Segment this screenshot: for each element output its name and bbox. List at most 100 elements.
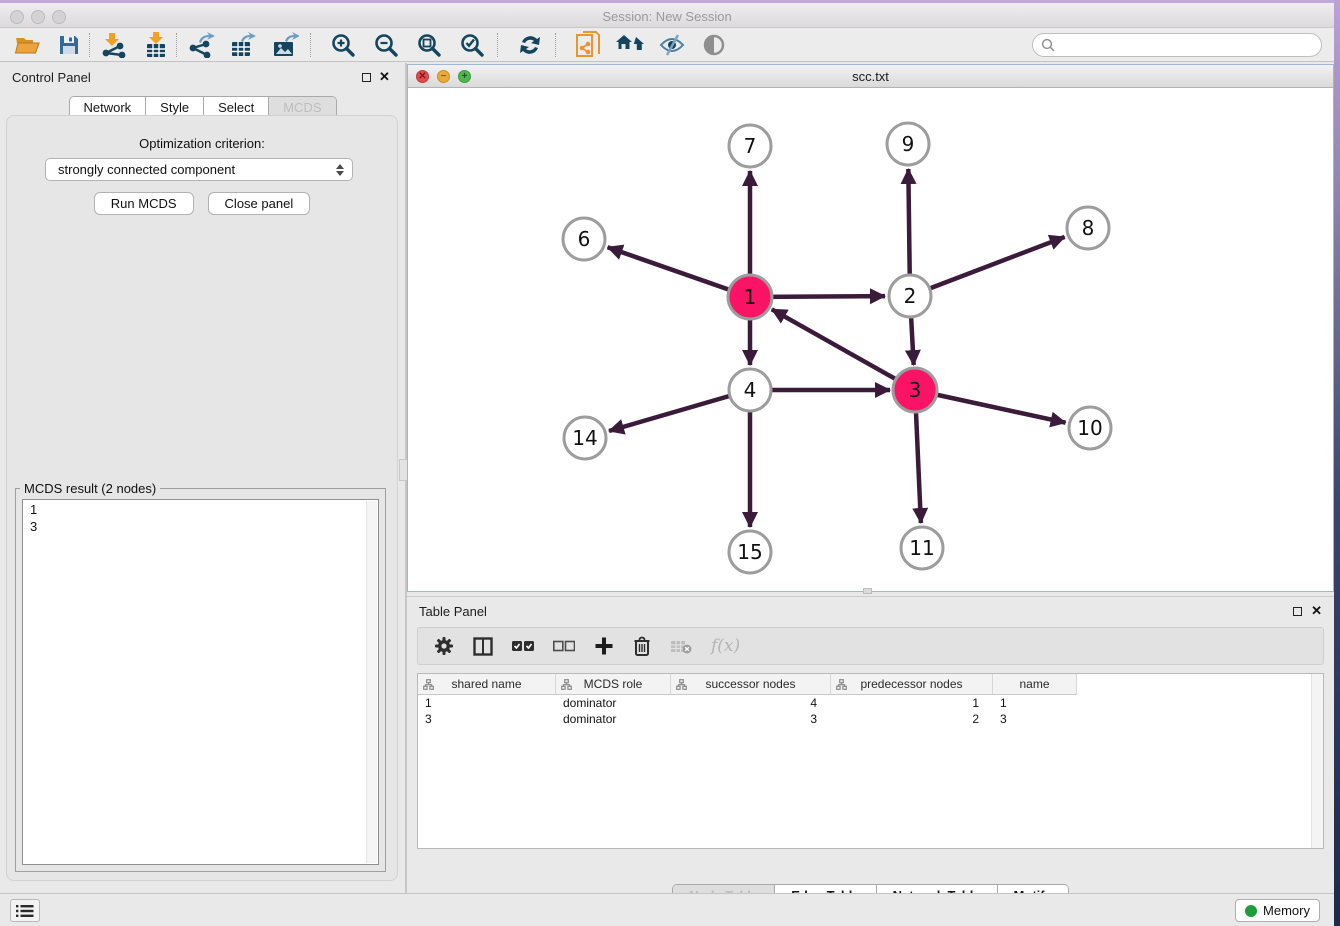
node-label: 1 — [744, 285, 757, 309]
edge-3-1[interactable] — [772, 309, 915, 390]
table-cell: dominator — [556, 711, 671, 727]
close-panel-button[interactable]: Close panel — [208, 192, 311, 215]
task-history-button[interactable] — [10, 899, 40, 922]
control-panel: Control Panel ✕ NetworkStyleSelectMCDS O… — [0, 63, 405, 893]
graph-node-14[interactable]: 14 — [564, 417, 606, 459]
edge-2-8[interactable] — [910, 237, 1065, 296]
table-toolbar: f(x) — [417, 627, 1324, 665]
graph-node-9[interactable]: 9 — [887, 123, 929, 165]
node-label: 14 — [572, 426, 597, 450]
network-canvas[interactable]: 7 9 6 8 1 2 4 3 14 10 15 11 — [408, 88, 1333, 591]
memory-button[interactable]: Memory — [1235, 899, 1320, 922]
toolbar-separator — [310, 33, 311, 57]
mcds-result-group: MCDS result (2 nodes) 1 3 — [15, 488, 386, 872]
node-label: 8 — [1082, 216, 1095, 240]
graph-node-1[interactable]: 1 — [728, 275, 772, 319]
column-header-predecessor-nodes[interactable]: predecessor nodes — [831, 674, 993, 695]
zoom-out-icon[interactable] — [369, 30, 403, 60]
column-header-successor-nodes[interactable]: successor nodes — [671, 674, 831, 695]
optimization-criterion-dropdown[interactable]: strongly connected component — [45, 158, 353, 181]
refresh-icon[interactable] — [513, 30, 547, 60]
mcds-result-title: MCDS result (2 nodes) — [20, 481, 160, 496]
search-icon — [1041, 38, 1055, 52]
import-table-icon[interactable] — [139, 30, 173, 60]
graph-node-6[interactable]: 6 — [563, 218, 605, 260]
graph-node-2[interactable]: 2 — [889, 275, 931, 317]
close-table-panel-icon[interactable]: ✕ — [1311, 603, 1322, 619]
add-column-icon[interactable] — [594, 634, 614, 658]
export-image-icon[interactable] — [268, 30, 302, 60]
table-cell: 1 — [831, 695, 993, 711]
show-all-houses-icon[interactable] — [613, 30, 647, 60]
show-selected-eye-icon[interactable] — [697, 30, 731, 60]
float-panel-icon[interactable] — [362, 73, 371, 82]
table-panel-title: Table Panel — [419, 604, 487, 619]
graph-node-7[interactable]: 7 — [729, 125, 771, 167]
save-session-icon[interactable] — [52, 30, 86, 60]
table-scrollbar[interactable] — [1311, 674, 1323, 848]
network-title: scc.txt — [408, 69, 1333, 84]
column-header-shared-name[interactable]: shared name — [418, 674, 556, 695]
graph-node-4[interactable]: 4 — [729, 369, 771, 411]
search-box[interactable] — [1032, 33, 1322, 57]
open-session-icon[interactable] — [10, 30, 44, 60]
network-resize-grip[interactable] — [863, 588, 872, 594]
toolbar-separator — [497, 33, 498, 57]
zoom-in-icon[interactable] — [326, 30, 360, 60]
table-row[interactable]: 3dominator323 — [418, 711, 1323, 727]
column-header-name[interactable]: name — [993, 674, 1077, 695]
search-input[interactable] — [1060, 38, 1321, 52]
status-bar: Memory — [0, 893, 1334, 926]
toolbar-separator — [89, 33, 90, 57]
node-label: 11 — [909, 536, 934, 560]
table-cell: 4 — [671, 695, 831, 711]
table-cell: 3 — [671, 711, 831, 727]
table-cell: 1 — [993, 695, 1077, 711]
zoom-selected-icon[interactable] — [455, 30, 489, 60]
result-scrollbar[interactable] — [366, 501, 377, 863]
import-network-icon[interactable] — [97, 30, 131, 60]
table-cell: 3 — [418, 711, 556, 727]
network-graph: 7 9 6 8 1 2 4 3 14 10 15 11 — [408, 88, 1333, 591]
network-window-titlebar: ✕ − + scc.txt — [408, 65, 1333, 88]
graph-node-3[interactable]: 3 — [893, 368, 937, 412]
node-label: 3 — [909, 378, 922, 402]
graph-node-15[interactable]: 15 — [729, 531, 771, 573]
desktop-background-edge — [1334, 0, 1340, 926]
node-label: 4 — [744, 378, 757, 402]
zoom-fit-icon[interactable] — [412, 30, 446, 60]
table-header-row: shared nameMCDS rolesuccessor nodesprede… — [418, 674, 1323, 695]
delete-column-trash-icon[interactable] — [633, 634, 651, 658]
clone-network-icon[interactable] — [571, 30, 605, 60]
dropdown-value: strongly connected component — [58, 162, 235, 177]
graph-node-11[interactable]: 11 — [901, 527, 943, 569]
run-mcds-button[interactable]: Run MCDS — [94, 192, 194, 215]
float-table-panel-icon[interactable] — [1293, 607, 1302, 616]
close-panel-icon[interactable]: ✕ — [379, 69, 390, 85]
unselect-all-columns-icon[interactable] — [553, 634, 575, 658]
hide-selected-eye-icon[interactable] — [655, 30, 689, 60]
export-network-icon[interactable] — [184, 30, 218, 60]
node-label: 10 — [1077, 416, 1102, 440]
mcds-result-area[interactable]: 1 3 — [22, 499, 379, 865]
graph-node-8[interactable]: 8 — [1067, 207, 1109, 249]
table-cell: 1 — [418, 695, 556, 711]
control-panel-header: Control Panel ✕ — [0, 63, 405, 89]
memory-status-dot — [1245, 905, 1257, 917]
export-table-icon[interactable] — [226, 30, 260, 60]
column-header-MCDS-role[interactable]: MCDS role — [556, 674, 671, 695]
toolbar-separator — [555, 33, 556, 57]
node-table: shared nameMCDS rolesuccessor nodesprede… — [417, 673, 1324, 849]
delete-table-icon — [670, 634, 692, 658]
mcds-tab-content: Optimization criterion: strongly connect… — [6, 115, 398, 881]
toolbar-separator — [176, 33, 177, 57]
table-settings-gear-icon[interactable] — [434, 634, 454, 658]
application-window: Session: New Session — [0, 0, 1340, 926]
table-row[interactable]: 1dominator411 — [418, 695, 1323, 711]
node-label: 6 — [578, 227, 591, 251]
memory-label: Memory — [1263, 903, 1310, 918]
select-all-columns-icon[interactable] — [512, 634, 534, 658]
graph-node-10[interactable]: 10 — [1069, 407, 1111, 449]
column-layout-icon[interactable] — [473, 634, 493, 658]
main-toolbar — [0, 28, 1334, 62]
